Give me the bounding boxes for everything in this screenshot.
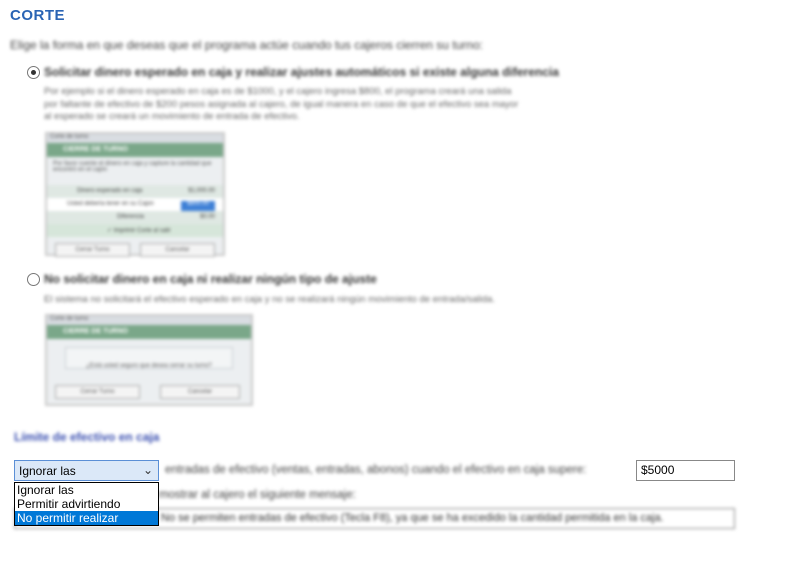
preview-row-value: $0.00 xyxy=(199,214,215,220)
preview-buttons: Cerrar Turno Cancelar xyxy=(47,237,223,257)
preview-banner: CIERRE DE TURNO xyxy=(47,325,251,339)
option-no-adjust-radio[interactable] xyxy=(27,273,40,286)
preview-close-shift-button: Cerrar Turno xyxy=(55,385,140,399)
preview-row: Dinero esperado en caja $1,000.00 xyxy=(47,185,223,198)
cash-limit-amount-input[interactable]: $5000 xyxy=(636,460,735,481)
option-auto-adjust-radio[interactable] xyxy=(27,66,40,79)
preview-banner: CIERRE DE TURNO xyxy=(47,143,223,157)
dropdown-option-allow-warn[interactable]: Permitir advirtiendo xyxy=(15,497,158,511)
preview-checkbox-row: ✓ Imprimir Corte al salir xyxy=(47,224,223,237)
dropdown-option-disallow[interactable]: No permitir realizar xyxy=(15,511,158,525)
preview-row: Diferencia $0.00 xyxy=(47,211,223,224)
option-no-adjust-preview: Corte de turno CIERRE DE TURNO ¿Está ust… xyxy=(45,314,253,406)
preview-row-value: $800.00 xyxy=(181,201,215,211)
option-auto-adjust-description: Por ejemplo si el dinero esperado en caj… xyxy=(44,86,518,124)
preview-row-label: Diferencia xyxy=(117,214,145,220)
preview-text: ¿Está usted seguro que desea cerrar su t… xyxy=(86,363,212,369)
preview-window-title: Corte de turno xyxy=(47,316,251,325)
option-auto-adjust-preview: Corte de turno CIERRE DE TURNO Por favor… xyxy=(45,132,225,257)
cash-limit-sentence: entradas de efectivo (ventas, entradas, … xyxy=(165,464,587,476)
preview-question-box: ¿Está usted seguro que desea cerrar su t… xyxy=(65,347,233,369)
option-no-adjust-description: El sistema no solicitará el efectivo esp… xyxy=(44,294,495,307)
preview-cancel-button: Cancelar xyxy=(140,243,215,257)
description-line: al esperado se creará un movimiento de e… xyxy=(44,111,300,122)
preview-row-value: $1,000.00 xyxy=(188,188,215,194)
intro-text: Elige la forma en que deseas que el prog… xyxy=(10,38,483,52)
preview-close-shift-button: Cerrar Turno xyxy=(55,243,130,257)
description-line: El sistema no solicitará el efectivo esp… xyxy=(44,294,495,305)
dropdown-option-ignore[interactable]: Ignorar las xyxy=(15,483,158,497)
select-value: Ignorar las xyxy=(19,464,76,478)
description-line: por faltante de efectivo de $200 pesos a… xyxy=(44,98,519,110)
description-line: Por ejemplo si el dinero esperado en caj… xyxy=(44,86,512,97)
preview-row-label: Dinero esperado en caja xyxy=(77,188,143,194)
message-prefix: y mostrar al cajero el siguiente mensaje… xyxy=(150,489,356,501)
preview-window-title: Corte de turno xyxy=(47,134,223,143)
chevron-down-icon[interactable]: ⌄ xyxy=(143,463,153,477)
preview-text: Por favor cuente el dinero en caja y cap… xyxy=(53,161,212,173)
preview-row: Usted debería tener en su Cajon $800.00 xyxy=(47,198,223,211)
page-title: CORTE xyxy=(10,7,65,24)
option-no-adjust-label[interactable]: No solicitar dinero en caja ni realizar … xyxy=(44,272,377,286)
check-icon: ✓ xyxy=(107,228,114,234)
cash-limit-action-dropdown: Ignorar las Permitir advirtiendo No perm… xyxy=(14,482,159,526)
option-auto-adjust-label[interactable]: Solicitar dinero esperado en caja y real… xyxy=(44,65,559,79)
preview-check-text: Imprimir Corte al salir xyxy=(113,228,171,234)
preview-cancel-button: Cancelar xyxy=(160,385,240,399)
cash-limit-section-title: Límite de efectivo en caja xyxy=(14,430,160,444)
cash-limit-action-select[interactable]: Ignorar las ⌄ xyxy=(14,460,159,481)
preview-row-label: Usted debería tener en su Cajon xyxy=(67,201,154,207)
preview-buttons: Cerrar Turno Cancelar xyxy=(47,377,251,399)
